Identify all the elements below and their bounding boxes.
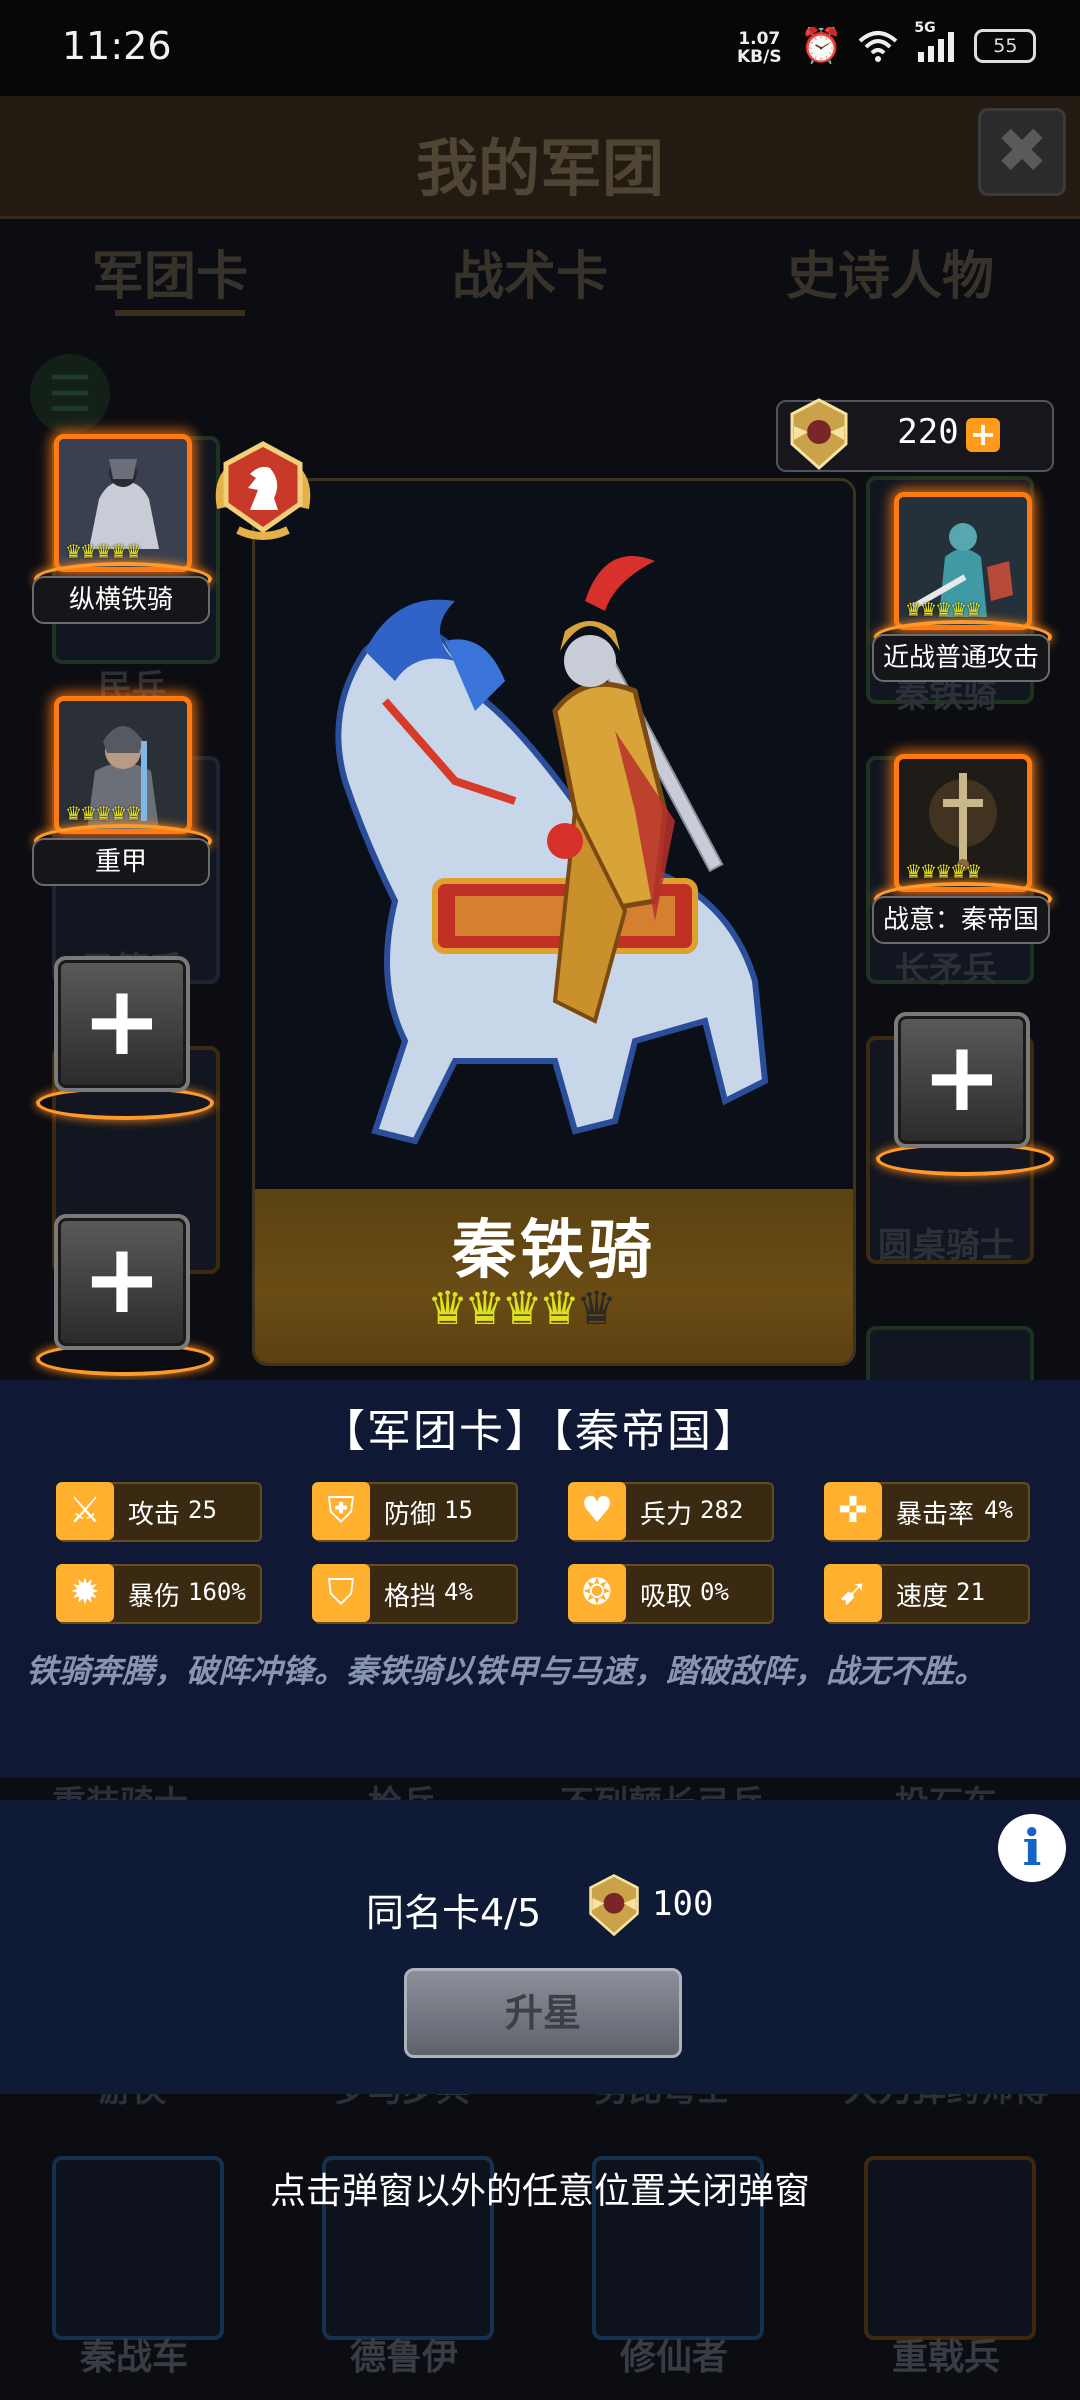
close-popup-hint[interactable]: 点击弹窗以外的任意位置关闭弹窗 xyxy=(0,2162,1080,2214)
card-star-rating: ♛♛♛♛♛ xyxy=(427,1281,617,1335)
slot-label-zhongjia: 重甲 xyxy=(32,838,210,886)
card-title: 秦铁骑 xyxy=(452,1214,656,1288)
duplicate-card-count: 同名卡4/5 xyxy=(366,1891,542,1935)
parry-icon: ⛉ xyxy=(312,1564,370,1622)
slot-card-melee-attack[interactable]: ♛♛♛♛♛ xyxy=(894,492,1032,630)
stat-label: 速度 xyxy=(896,1582,949,1612)
stat-label: 防御 xyxy=(384,1500,437,1530)
upgrade-cost: 100 xyxy=(652,1884,714,1924)
slot-crowns: ♛♛♛♛♛ xyxy=(65,803,142,825)
stat-speed: ➹ 速度 21 xyxy=(824,1564,1030,1624)
hero-card: 秦铁骑 ♛♛♛♛♛ xyxy=(252,478,856,1366)
stat-crit-damage: ✹ 暴伤 160% xyxy=(56,1564,262,1624)
bg-list-menu-icon: ☰ xyxy=(30,354,110,434)
slot-crowns: ♛♛♛♛♛ xyxy=(905,861,982,883)
add-slot-button[interactable]: + xyxy=(54,1214,190,1350)
imperial-eagle-emblem-icon xyxy=(790,398,848,471)
add-coins-button[interactable]: + xyxy=(966,418,1000,452)
stat-crit-rate: ✜ 暴击率 4% xyxy=(824,1482,1030,1542)
bg-tab-underline xyxy=(115,310,245,316)
stat-attack: ⚔ 攻击 25 xyxy=(56,1482,262,1542)
bg-bottom-label: 秦战车 xyxy=(79,2337,188,2378)
crown-filled-icon: ♛ xyxy=(538,1281,580,1335)
speed-boot-icon: ➹ xyxy=(824,1564,882,1622)
add-slot-button[interactable]: + xyxy=(894,1012,1030,1148)
stat-value: 25 xyxy=(188,1496,217,1524)
crown-filled-icon: ♛ xyxy=(427,1281,468,1335)
slot-card-zhongjia[interactable]: ♛♛♛♛♛ xyxy=(54,696,192,834)
stat-label: 格挡 xyxy=(384,1582,437,1612)
info-icon[interactable]: i xyxy=(998,1814,1066,1882)
bg-close-icon: ✖ xyxy=(978,108,1066,196)
add-slot-button[interactable]: + xyxy=(54,956,190,1092)
star-up-button[interactable]: 升星 xyxy=(404,1968,682,2058)
bg-tabs: 军团卡 战术卡 史诗人物 xyxy=(0,226,1080,336)
slot-label-war-spirit-qin: 战意：秦帝国 xyxy=(872,896,1050,944)
stat-value: 0% xyxy=(700,1578,729,1606)
stat-label: 攻击 xyxy=(128,1500,181,1530)
slot-label-melee-attack: 近战普通攻击 xyxy=(872,634,1050,682)
slot-card-zongheng-tieqi[interactable]: ♛♛♛♛♛ xyxy=(54,434,192,572)
stat-label: 暴伤 xyxy=(128,1582,181,1612)
lifesteal-icon: ❂ xyxy=(568,1564,626,1622)
bg-bottom-label: 修仙者 xyxy=(619,2337,728,2378)
stat-troops: ♥ 兵力 282 xyxy=(568,1482,774,1542)
bg-tab-legion-cards: 军团卡 xyxy=(92,247,249,307)
stat-label: 暴击率 xyxy=(896,1500,975,1530)
slot-label-zongheng-tieqi: 纵横铁骑 xyxy=(32,576,210,624)
crit-damage-icon: ✹ xyxy=(56,1564,114,1622)
bg-tab-epic-figures: 史诗人物 xyxy=(786,247,995,307)
crown-filled-icon: ♛ xyxy=(501,1281,543,1335)
network-speed-unit: KB/S xyxy=(737,47,782,67)
stat-lifesteal: ❂ 吸取 0% xyxy=(568,1564,774,1624)
status-clock: 11:26 xyxy=(62,24,172,68)
battery-icon: 55 xyxy=(974,29,1037,63)
stat-defense: ⛨ 防御 15 xyxy=(312,1482,518,1542)
stat-block: ⛉ 格挡 4% xyxy=(312,1564,518,1624)
slot-crowns: ♛♛♛♛♛ xyxy=(905,599,982,621)
bg-bottom-label: 重戟兵 xyxy=(891,2337,1000,2378)
stat-value: 282 xyxy=(700,1496,744,1524)
slot-crowns: ♛♛♛♛♛ xyxy=(65,541,142,563)
crit-target-icon: ✜ xyxy=(824,1482,882,1540)
bg-page-title: 我的军团 xyxy=(415,132,664,205)
bg-card-label: 圆桌骑士 xyxy=(878,1226,1014,1266)
heart-icon: ♥ xyxy=(568,1482,626,1540)
stat-value: 4% xyxy=(984,1496,1013,1524)
network-speed: 1.07 KB/S xyxy=(737,30,782,66)
shield-icon: ⛨ xyxy=(312,1482,370,1540)
bg-card-label: 长矛兵 xyxy=(895,950,997,990)
wifi-icon xyxy=(859,31,898,62)
bg-tab-tactic-cards: 战术卡 xyxy=(452,247,609,307)
stat-value: 21 xyxy=(956,1578,985,1606)
slot-card-war-spirit-qin[interactable]: ♛♛♛♛♛ xyxy=(894,754,1032,892)
sword-icon: ⚔ xyxy=(56,1482,114,1540)
qin-cavalry-artwork xyxy=(255,481,853,1201)
crown-empty-icon: ♛ xyxy=(576,1281,617,1335)
status-icons: ⏰ 5G 55 xyxy=(800,20,1037,66)
stat-label: 兵力 xyxy=(640,1500,693,1530)
alarm-icon: ⏰ xyxy=(800,26,843,66)
stat-value: 15 xyxy=(444,1496,473,1524)
imperial-eagle-emblem-icon xyxy=(589,1874,639,1937)
card-description: 铁骑奔腾，破阵冲锋。秦铁骑以铁甲与马速，踏破敌阵，战无不胜。 xyxy=(26,1652,987,1690)
stat-label: 吸取 xyxy=(640,1582,693,1612)
bg-bottom-label: 德鲁伊 xyxy=(349,2337,458,2378)
network-speed-value: 1.07 xyxy=(738,29,781,49)
knight-rank-badge-icon xyxy=(215,441,311,540)
cell-signal-icon: 5G xyxy=(914,20,958,64)
crown-filled-icon: ♛ xyxy=(464,1281,505,1335)
stat-value: 160% xyxy=(188,1578,246,1606)
coin-count: 220 xyxy=(897,412,959,452)
stat-value: 4% xyxy=(444,1578,473,1606)
card-tags: 【军团卡】【秦帝国】 xyxy=(321,1406,759,1457)
